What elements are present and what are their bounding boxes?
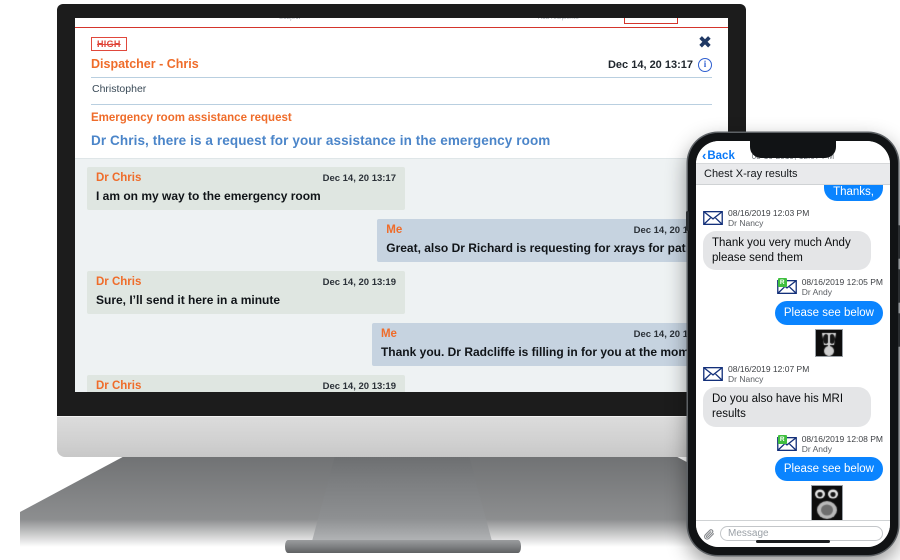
attachment-row: [703, 325, 883, 358]
message-header: ✖ HIGH Dispatcher - Chris Dec 14, 20 13:…: [75, 28, 728, 158]
message-sender: Dr Nancy: [728, 374, 764, 385]
ghost-tab-subject: Subject: [279, 18, 301, 21]
message-meta-text: 08/16/2019 12:05 PM Dr Andy: [802, 277, 883, 297]
message-bubble[interactable]: Please see below: [774, 300, 883, 326]
message-timestamp: 08/16/2019 12:08 PM: [801, 433, 883, 444]
message-sender: Me: [380, 328, 397, 340]
recipient-field[interactable]: Christopher: [91, 78, 712, 99]
monitor-chin: [57, 416, 746, 457]
message-input[interactable]: Message: [720, 526, 883, 541]
header-timestamp: Dec 14, 20 13:17: [607, 59, 693, 71]
message-sender: Dr Andy: [801, 443, 832, 454]
monitor-stand-neck: [311, 457, 493, 545]
message-bubble[interactable]: Me Dec 14, 20 13:19 Great, also Dr Richard…: [377, 219, 716, 262]
mobile-phone: ‹ Back 08-16-2019, 12:07 PM Chest X-ray …: [686, 133, 900, 555]
message-meta-text: 08/16/2019 12:08 PM Dr Andy: [802, 434, 883, 454]
message-bubble-header: Dr Chris Dec 14, 20 13:19: [96, 276, 396, 288]
message-sender: Me: [386, 224, 403, 236]
dispatcher-row: Dispatcher - Chris Dec 14, 20 13:17 i: [91, 57, 712, 72]
message-row: Dr ChrisDec 14, 20 13:19Perfect, I’ll be…: [87, 375, 716, 392]
message-bubble[interactable]: Thank you very much Andy please send the…: [703, 231, 871, 271]
back-button-label: Back: [707, 149, 735, 162]
close-icon[interactable]: ✖: [696, 34, 714, 52]
conversation-title: Chest X-ray results: [696, 163, 890, 185]
back-button[interactable]: ‹ Back: [702, 149, 735, 162]
desktop-message-thread[interactable]: Dr Chris Dec 14, 20 13:17 I am on my way t…: [75, 158, 728, 392]
message-meta: R 08/16/2019 12:05 PM Dr Andy: [703, 277, 883, 297]
envelope-icon: R: [776, 434, 797, 451]
message-sender: Dr Chris: [96, 172, 142, 184]
message-row: Dr Chris Dec 14, 20 13:19 Sure, I’ll send …: [87, 271, 716, 314]
phone-screen: ‹ Back 08-16-2019, 12:07 PM Chest X-ray …: [696, 141, 890, 547]
message-row: Me Dec 14, 20 13:19 Thank you. Dr Radcliff…: [87, 323, 716, 366]
message-row: Me Dec 14, 20 13:19 Great, also Dr Richard…: [87, 219, 716, 262]
message-sender: Dr Chris: [96, 276, 142, 288]
message-bubble-header: Dr Chris Dec 14, 20 13:17: [96, 172, 396, 184]
message-text: Sure, I’ll send it here in a minute: [96, 293, 281, 307]
priority-badge: HIGH: [91, 37, 127, 51]
dispatcher-name: Dispatcher - Chris: [91, 57, 199, 71]
message-sender: Dr Nancy: [728, 218, 764, 229]
chevron-left-icon: ‹: [702, 148, 707, 163]
message-timestamp: 08/16/2019 12:07 PM: [728, 364, 810, 375]
message-timestamp: 08/16/2019 12:05 PM: [801, 277, 883, 288]
clipped-message-text: Thanks,: [824, 185, 883, 201]
app-top-strip: Subject Add recipients: [75, 18, 728, 28]
message-row: Please see below: [703, 456, 883, 482]
message-row: Do you also have his MRI results: [703, 387, 883, 427]
message-timestamp: Dec 14, 20 13:19: [322, 381, 396, 392]
message-row: Dr Chris Dec 14, 20 13:17 I am on my way t…: [87, 167, 716, 210]
phone-message-thread[interactable]: Thanks, 08/16/2019 12:03 PM Dr Nancy Thank …: [696, 185, 890, 520]
message-meta: 08/16/2019 12:03 PM Dr Nancy: [703, 208, 883, 228]
mri-scan-thumbnail[interactable]: [811, 485, 843, 520]
message-bubble[interactable]: Dr ChrisDec 14, 20 13:19Perfect, I’ll be…: [87, 375, 405, 392]
monitor-screen: Subject Add recipients ✖ HIGH Dispatcher…: [75, 18, 728, 392]
desktop-app-window: Subject Add recipients ✖ HIGH Dispatcher…: [75, 18, 728, 392]
ghost-tab-recipients: Add recipients: [538, 18, 579, 21]
message-meta: R 08/16/2019 12:08 PM Dr Andy: [703, 434, 883, 454]
envelope-icon: [703, 367, 723, 382]
message-meta-text: 08/16/2019 12:03 PM Dr Nancy: [728, 208, 809, 228]
message-row: Thank you very much Andy please send the…: [703, 231, 883, 271]
message-sender: Dr Chris: [96, 380, 142, 392]
message-sender: Dr Andy: [801, 287, 832, 298]
message-bubble[interactable]: Do you also have his MRI results: [703, 387, 871, 427]
header-meta: Dec 14, 20 13:17 i: [608, 58, 712, 72]
desktop-monitor: Subject Add recipients ✖ HIGH Dispatcher…: [57, 4, 746, 416]
message-bubble-header: Me Dec 14, 20 13:19: [386, 224, 707, 236]
message-timestamp: Dec 14, 20 13:19: [322, 277, 396, 288]
ghost-tab-highlight: [624, 18, 678, 24]
envelope-icon: R: [776, 278, 797, 295]
message-bubble-header: Me Dec 14, 20 13:19: [381, 328, 707, 340]
message-timestamp: 08/16/2019 12:03 PM: [728, 208, 810, 218]
message-bubble-header: Dr Chris Dec 14, 20 13:19: [96, 380, 396, 392]
message-text: Thank you. Dr Radcliffe is filling in fo…: [380, 345, 707, 359]
message-text: Great, also Dr Richard is requesting for…: [386, 241, 707, 255]
paperclip-icon[interactable]: [703, 528, 715, 540]
message-timestamp: Dec 14, 20 13:17: [322, 173, 396, 184]
phone-notch: [750, 141, 836, 158]
home-indicator: [756, 540, 830, 543]
message-row: Please see below: [703, 300, 883, 326]
info-icon[interactable]: i: [698, 58, 712, 72]
read-receipt-badge: R: [777, 434, 787, 444]
message-bubble[interactable]: Please see below: [774, 456, 883, 482]
phone-mute-switch[interactable]: [686, 211, 689, 231]
message-bubble[interactable]: Me Dec 14, 20 13:19 Thank you. Dr Radcliff…: [371, 323, 716, 366]
clipped-message-bubble: Thanks,: [696, 185, 890, 201]
message-bubble[interactable]: Dr Chris Dec 14, 20 13:19 Sure, I’ll send …: [87, 271, 405, 314]
scene: Subject Add recipients ✖ HIGH Dispatcher…: [0, 0, 900, 560]
read-receipt-badge: R: [777, 278, 787, 288]
message-meta: 08/16/2019 12:07 PM Dr Nancy: [703, 364, 883, 384]
message-bubble[interactable]: Dr Chris Dec 14, 20 13:17 I am on my way t…: [87, 167, 405, 210]
chest-xray-thumbnail[interactable]: [815, 329, 843, 358]
subject-line: Emergency room assistance request: [91, 112, 292, 124]
envelope-icon: [703, 211, 723, 226]
attachment-row: [703, 481, 883, 520]
lead-message: Dr Chris, there is a request for your as…: [91, 133, 551, 148]
message-text: I am on my way to the emergency room: [96, 189, 321, 203]
monitor-stand-base: [285, 540, 521, 553]
message-meta-text: 08/16/2019 12:07 PM Dr Nancy: [728, 364, 809, 384]
